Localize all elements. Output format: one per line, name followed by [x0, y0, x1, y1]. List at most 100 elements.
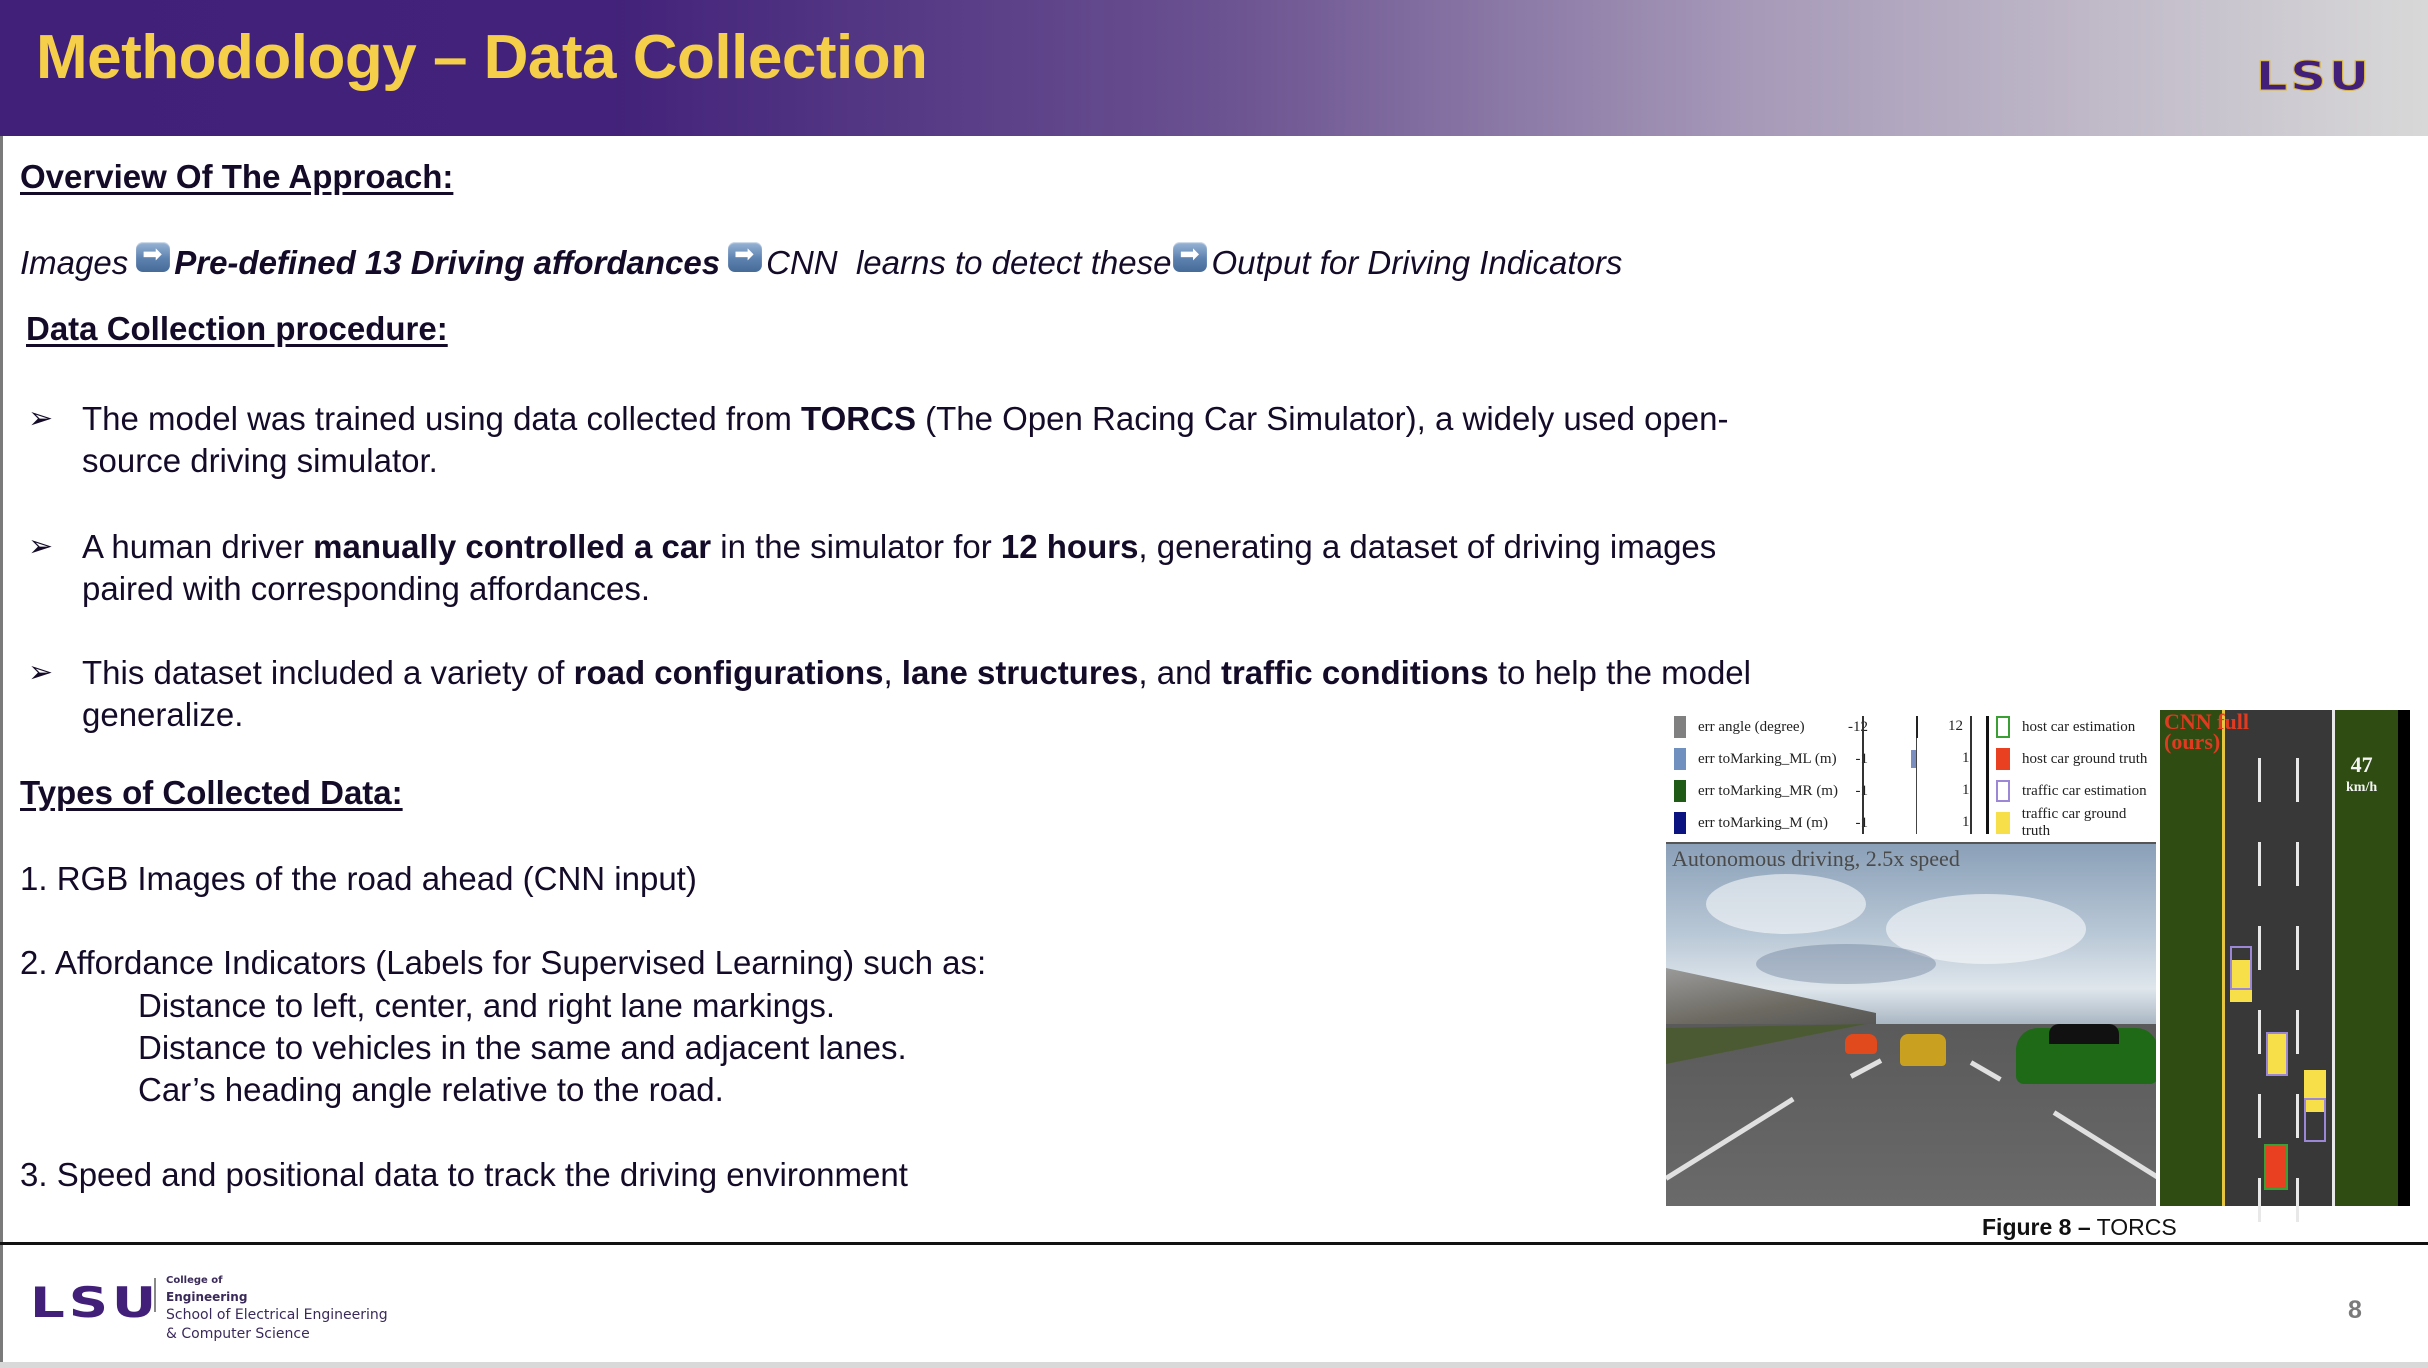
- figure-caption: Figure 8 – TORCS: [1982, 1214, 2177, 1241]
- traffic-car-yellow: [1900, 1034, 1946, 1066]
- torcs-figure: err angle (degree) -12 err toMarking_ML …: [1666, 710, 2410, 1222]
- legend-swatch: [1674, 716, 1686, 738]
- lane-dash: [2296, 758, 2299, 802]
- legend-label: host car estimation: [2022, 718, 2136, 735]
- top-down-view: CNN full (ours) 47 km/h: [2160, 710, 2410, 1222]
- slide-header: Methodology – Data Collection LSU: [0, 0, 2428, 136]
- collected-subitem: Distance to left, center, and right lane…: [138, 987, 836, 1024]
- bullet-run: The model was trained using data collect…: [82, 400, 802, 437]
- legend-label: traffic car estimation: [2022, 782, 2147, 799]
- road-edge-white: [2332, 710, 2335, 1206]
- legend-swatch: [1996, 780, 2010, 802]
- lane-dash: [2296, 1178, 2299, 1222]
- approach-flow: Images Pre-defined 13 Driving affordance…: [20, 240, 1623, 282]
- footer-school: School of Electrical Engineering: [166, 1307, 388, 1323]
- flow-step-output: Output for Driving Indicators: [1211, 244, 1623, 281]
- speed-readout: 47 km/h: [2346, 752, 2377, 796]
- bullet-emphasis: road configurations: [573, 654, 884, 691]
- legend-traffic-estimation: traffic car estimation: [1996, 778, 2147, 804]
- lane-dash: [2296, 1010, 2299, 1054]
- legend-swatch: [1674, 748, 1686, 770]
- collected-item-1: 1. RGB Images of the road ahead (CNN inp…: [20, 860, 697, 897]
- page-number: 8: [2348, 1296, 2362, 1324]
- legend-label: host car ground truth: [2022, 750, 2148, 767]
- overview-heading: Overview Of The Approach:: [20, 158, 454, 195]
- legend-row-err-m: err toMarking_M (m) -1: [1674, 810, 1868, 836]
- legend-max: 1: [1962, 782, 1970, 798]
- footer-cs: & Computer Science: [166, 1326, 310, 1342]
- legend-traffic-ground-truth: traffic car ground truth: [1996, 806, 2156, 839]
- lane-dash: [2258, 1178, 2261, 1222]
- method-label: CNN full (ours): [2164, 711, 2249, 754]
- legend-label: err angle (degree): [1698, 718, 1805, 735]
- bullet-emphasis: TORCS: [801, 400, 916, 437]
- legend-row-err-ml: err toMarking_ML (m) -1: [1674, 746, 1868, 772]
- lane-dash: [2296, 1094, 2299, 1138]
- footer-engineering: Engineering: [166, 1290, 248, 1304]
- cloud: [1756, 944, 1936, 984]
- lsu-logo: LSU: [2255, 54, 2372, 101]
- host-car: [2264, 1144, 2288, 1190]
- bullet-emphasis: manually controlled a car: [313, 528, 712, 565]
- cloud: [1706, 874, 1866, 934]
- collected-item-2: 2. Affordance Indicators (Labels for Sup…: [20, 944, 987, 981]
- collected-item-3: 3. Speed and positional data to track th…: [20, 1156, 908, 1193]
- legend-label: err toMarking_M (m): [1698, 814, 1828, 831]
- legend-max: 1: [1962, 750, 1970, 766]
- legend-swatch: [1674, 812, 1686, 834]
- legend-host-estimation: host car estimation: [1996, 714, 2135, 740]
- procedure-heading: Data Collection procedure:: [26, 310, 448, 347]
- legend-label: err toMarking_MR (m): [1698, 782, 1838, 799]
- lane-dash: [2258, 1094, 2261, 1138]
- legend-swatch: [1996, 748, 2010, 770]
- legend-row-err-mr: err toMarking_MR (m) -1: [1674, 778, 1868, 804]
- error-axis-right: [1970, 716, 1972, 834]
- road-edge-yellow: [2222, 710, 2225, 1206]
- simulator-caption: Autonomous driving, 2.5x speed: [1672, 846, 1960, 871]
- arrowhead-bullet-icon: ➢: [28, 401, 54, 436]
- footer-divider: [0, 1242, 2428, 1245]
- traffic-car-truth: [2266, 1032, 2288, 1076]
- legend-label: traffic car ground truth: [2021, 806, 2127, 839]
- lane-dash: [2258, 926, 2261, 970]
- arrowhead-bullet-icon: ➢: [28, 529, 54, 564]
- footer-lsu-logo: LSU: [30, 1278, 161, 1327]
- collected-heading: Types of Collected Data:: [20, 774, 403, 811]
- error-legend-panel: err angle (degree) -12 err toMarking_ML …: [1666, 710, 2156, 844]
- legend-swatch: [1996, 716, 2010, 738]
- collected-subitem: Car’s heading angle relative to the road…: [138, 1071, 724, 1108]
- bullet-run: , and: [1138, 654, 1221, 691]
- slide-left-border: [0, 0, 3, 1368]
- flow-step-affordances: Pre-defined 13 Driving affordances: [174, 244, 721, 281]
- bullet-text: A human driver manually controlled a car…: [82, 526, 1802, 610]
- legend-row-err-angle: err angle (degree) -12: [1674, 714, 1868, 740]
- car-roof: [2049, 1024, 2119, 1044]
- error-bar-angle: [1916, 716, 1918, 738]
- bullet-text: This dataset included a variety of road …: [82, 652, 1802, 736]
- flow-step-cnn: CNN learns to detect these: [766, 244, 1172, 281]
- bullet-emphasis: lane structures: [901, 654, 1139, 691]
- bullet-run: A human driver: [82, 528, 314, 565]
- traffic-car-red: [1845, 1034, 1877, 1054]
- legend-swatch: [1996, 812, 2010, 834]
- lane-dash: [2296, 842, 2299, 886]
- error-bar-ml: [1911, 750, 1916, 768]
- arrow-right-icon: [136, 240, 171, 272]
- footer-college-of: College of: [166, 1275, 223, 1286]
- collected-subitem: Distance to vehicles in the same and adj…: [138, 1029, 907, 1066]
- caption-label: Figure 8 –: [1982, 1214, 2091, 1240]
- arrow-right-icon: [728, 240, 763, 272]
- speed-unit: km/h: [2346, 780, 2378, 795]
- legend-swatch: [1674, 780, 1686, 802]
- arrowhead-bullet-icon: ➢: [28, 655, 54, 690]
- bullet-run: in the simulator for: [711, 528, 1001, 565]
- method-label-line2: (ours): [2164, 729, 2221, 754]
- arrow-right-icon: [1173, 240, 1208, 272]
- lane-dash: [2258, 1010, 2261, 1054]
- lane-dash: [2296, 926, 2299, 970]
- speed-value: 47: [2350, 752, 2373, 777]
- bullet-run: This dataset included a variety of: [82, 654, 574, 691]
- view-border: [2398, 710, 2410, 1206]
- flow-step-images: Images: [20, 244, 129, 281]
- error-axis-left: [1862, 716, 1864, 834]
